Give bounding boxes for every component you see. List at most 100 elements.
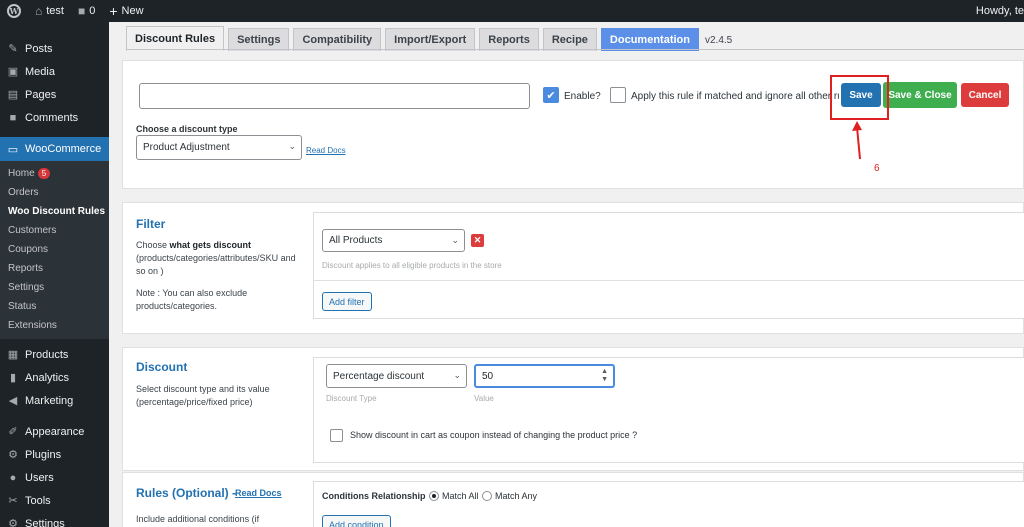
wordpress-icon: W xyxy=(7,4,21,18)
sidebar-label: Settings xyxy=(25,517,65,527)
sidebar-label: Marketing xyxy=(25,394,74,407)
new-content-menu[interactable]: + New xyxy=(102,0,150,22)
tab-compatibility[interactable]: Compatibility xyxy=(293,28,382,51)
rule-name-input[interactable] xyxy=(139,83,530,109)
filter-title: Filter xyxy=(136,217,166,231)
submenu-label: Coupons xyxy=(8,244,49,255)
filter-box: All Products ⌄ ✕ Discount applies to all… xyxy=(313,212,1024,319)
update-count-badge: 5 xyxy=(37,168,51,179)
coupon-label: Show discount in cart as coupon instead … xyxy=(350,430,638,440)
discount-type-dropdown-value: Percentage discount xyxy=(333,370,425,382)
tab-discount-rules[interactable]: Discount Rules xyxy=(126,26,225,51)
plugin-tabs: Discount Rules Settings Compatibility Im… xyxy=(126,26,732,51)
sidebar-item-settings[interactable]: ⚙ Settings xyxy=(0,512,109,527)
tab-import-export[interactable]: Import/Export xyxy=(385,28,476,51)
discount-description: Select discount type and its value (perc… xyxy=(136,384,270,407)
sidebar-item-analytics[interactable]: ▮ Analytics xyxy=(0,366,109,389)
plugins-icon: ⚙ xyxy=(8,449,18,461)
annotation-highlight-box xyxy=(830,75,889,120)
apply-exclusive-checkbox[interactable] xyxy=(610,87,626,103)
submenu-item-customers[interactable]: Customers xyxy=(0,221,109,240)
tab-settings[interactable]: Settings xyxy=(228,28,290,51)
sidebar-item-pages[interactable]: ▤ Pages xyxy=(0,83,109,106)
filter-desc-rest: (products/categories/attributes/SKU and … xyxy=(136,253,296,276)
submenu-item-woo-discount-rules[interactable]: Woo Discount Rules xyxy=(0,202,109,221)
filter-type-value: All Products xyxy=(329,235,383,246)
filter-description: Choose what gets discount (products/cate… xyxy=(136,239,306,278)
filter-note: Note : You can also exclude products/cat… xyxy=(136,288,248,311)
discount-value: 50 xyxy=(482,370,494,382)
analytics-icon: ▮ xyxy=(9,372,17,384)
submenu-item-settings[interactable]: Settings xyxy=(0,278,109,297)
account-menu[interactable]: Howdy, te xyxy=(976,0,1024,22)
pages-icon: ▤ xyxy=(7,89,19,101)
sidebar-item-media[interactable]: ▣ Media xyxy=(0,60,109,83)
wp-logo-menu[interactable]: W xyxy=(0,0,28,22)
enable-label: Enable? xyxy=(564,91,601,102)
submenu-item-extensions[interactable]: Extensions xyxy=(0,316,109,335)
sidebar-item-products[interactable]: ▦ Products xyxy=(0,343,109,366)
pin-icon: ✎ xyxy=(8,43,18,55)
discount-type-dropdown[interactable]: Percentage discount ⌄ xyxy=(326,364,467,388)
discount-type-select[interactable]: Product Adjustment ⌄ xyxy=(136,135,302,160)
enable-checkbox[interactable]: ✔ xyxy=(543,87,559,103)
save-close-button[interactable]: Save & Close xyxy=(883,82,957,108)
coupon-checkbox[interactable] xyxy=(330,429,343,442)
discount-box: Percentage discount ⌄ Discount Type 50 ▲… xyxy=(313,357,1024,463)
submenu-item-status[interactable]: Status xyxy=(0,297,109,316)
submenu-label: Orders xyxy=(8,187,39,198)
settings-icon: ⚙ xyxy=(8,518,18,527)
sidebar-item-woocommerce[interactable]: ▭ WooCommerce xyxy=(0,137,109,161)
sidebar-item-appearance[interactable]: ✐ Appearance xyxy=(0,420,109,443)
filter-type-select[interactable]: All Products ⌄ xyxy=(322,229,465,252)
sidebar-label: Comments xyxy=(25,111,79,124)
plugin-version: v2.4.5 xyxy=(704,34,733,46)
discount-title: Discount xyxy=(136,360,188,374)
submenu-item-coupons[interactable]: Coupons xyxy=(0,240,109,259)
match-any-radio[interactable] xyxy=(482,491,492,501)
discount-type-caption: Discount Type xyxy=(326,394,377,403)
tab-recipe[interactable]: Recipe xyxy=(542,28,597,51)
spinner-arrows-icon[interactable]: ▲ ▼ xyxy=(601,368,608,384)
annotation-step-number: 6 xyxy=(874,163,880,174)
rules-card: Rules (Optional) - Read Docs Include add… xyxy=(122,472,1024,527)
chevron-down-icon: ⌄ xyxy=(453,370,461,380)
sidebar-label: Appearance xyxy=(25,425,85,438)
sidebar-item-plugins[interactable]: ⚙ Plugins xyxy=(0,443,109,466)
sidebar-label: Tools xyxy=(25,494,51,507)
discount-type-title: Choose a discount type xyxy=(136,124,238,134)
appearance-icon: ✐ xyxy=(8,426,18,438)
discount-value-input[interactable]: 50 ▲ ▼ xyxy=(474,364,615,388)
read-docs-link[interactable]: Read Docs xyxy=(306,146,346,155)
tab-documentation[interactable]: Documentation xyxy=(600,28,699,51)
add-filter-button[interactable]: Add filter xyxy=(322,292,372,311)
sidebar-item-posts[interactable]: ✎ Posts xyxy=(0,37,109,60)
match-all-radio[interactable] xyxy=(429,491,439,501)
tab-reports[interactable]: Reports xyxy=(479,28,539,51)
chevron-down-icon: ⌄ xyxy=(451,235,459,245)
woocommerce-submenu: Home 5 Orders Woo Discount Rules Customer… xyxy=(0,161,109,339)
submenu-item-reports[interactable]: Reports xyxy=(0,259,109,278)
remove-filter-icon[interactable]: ✕ xyxy=(471,234,484,247)
submenu-label: Customers xyxy=(8,225,57,236)
rules-read-docs-link[interactable]: Read Docs xyxy=(235,488,282,498)
comments-menu[interactable]: ■ 0 xyxy=(71,0,102,22)
sidebar-label: Media xyxy=(25,65,55,78)
submenu-item-orders[interactable]: Orders xyxy=(0,183,109,202)
match-any-label: Match Any xyxy=(495,491,538,501)
add-condition-button[interactable]: Add condition xyxy=(322,515,391,527)
sidebar-item-marketing[interactable]: ◀ Marketing xyxy=(0,389,109,412)
sidebar-item-users[interactable]: ● Users xyxy=(0,466,109,489)
tab-divider xyxy=(126,49,1024,50)
admin-sidebar: ✎ Posts ▣ Media ▤ Pages ■ Comments ▭ WooComme… xyxy=(0,22,109,527)
sidebar-label: Plugins xyxy=(25,448,62,461)
submenu-label: Reports xyxy=(8,263,44,274)
annotation-arrow-icon xyxy=(852,121,862,160)
new-label: New xyxy=(121,5,144,17)
sidebar-item-comments[interactable]: ■ Comments xyxy=(0,106,109,129)
sidebar-label: WooCommerce xyxy=(25,143,102,155)
site-name-menu[interactable]: ⌂ test xyxy=(28,0,71,22)
sidebar-item-tools[interactable]: ✂ Tools xyxy=(0,489,109,512)
submenu-item-home[interactable]: Home 5 xyxy=(0,164,109,183)
cancel-button[interactable]: Cancel xyxy=(961,83,1009,107)
